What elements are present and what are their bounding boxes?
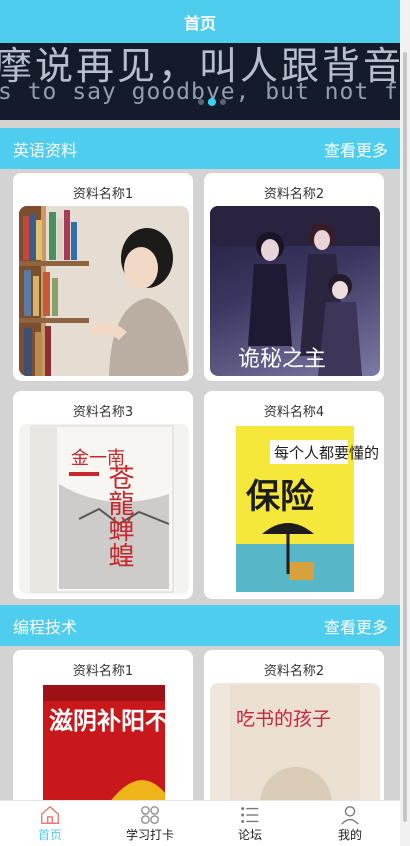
material-name: 资料名称2 [263, 664, 325, 679]
material-cover-image: 每个人都要懂的 保险 [210, 424, 380, 594]
material-card[interactable]: 资料名称4 每个人都要懂的 保险 [204, 391, 384, 599]
nav-label: 论坛 [237, 828, 262, 842]
material-cover-image [19, 206, 189, 376]
list-icon [241, 807, 259, 823]
page-title-bar: 首页 [0, 0, 400, 43]
view-more-link[interactable]: 查看更多 [324, 137, 388, 161]
scrollbar-thumb[interactable] [403, 52, 407, 822]
nav-item-home[interactable]: 首页 [0, 801, 100, 846]
material-card[interactable]: 资料名称1 [13, 173, 193, 381]
carousel-dot-active[interactable] [208, 98, 216, 106]
carousel-dot[interactable] [198, 99, 204, 105]
material-cover-image: 金一南 苍龍蝉蝗 [19, 424, 189, 594]
material-name: 资料名称1 [72, 664, 134, 679]
nav-item-forum[interactable]: 论坛 [200, 801, 300, 846]
nav-label: 我的 [337, 828, 362, 842]
material-name: 资料名称4 [263, 405, 325, 420]
svg-text:每个人都要懂的: 每个人都要懂的 [274, 444, 379, 462]
cover-title-text: 苍龍蝉蝗 [104, 464, 134, 568]
home-icon [41, 805, 59, 824]
carousel-indicator [198, 98, 226, 106]
grid-icon [141, 806, 159, 824]
material-cover-image: 诡秘之主 [210, 206, 380, 376]
section-title: 编程技术 [13, 617, 78, 637]
carousel-dot[interactable] [220, 99, 226, 105]
material-name: 资料名称1 [72, 187, 134, 202]
user-icon [341, 806, 359, 825]
nav-item-study-checkin[interactable]: 学习打卡 [100, 801, 200, 846]
banner-carousel[interactable]: 摩说再见，叫人跟背音 s to say goodbye, but not for… [0, 43, 400, 120]
section-header-english: 英语资料 查看更多 [0, 128, 400, 169]
cover-title-text: 诡秘之主 [238, 347, 326, 372]
material-card[interactable]: 资料名称3 金一南 苍龍蝉蝗 [13, 391, 193, 599]
scrollbar[interactable] [400, 0, 410, 846]
nav-label: 首页 [37, 828, 62, 842]
cover-title-text: 吃书的孩子 [236, 708, 331, 730]
material-card[interactable]: 资料名称2 诡秘之主 [204, 173, 384, 381]
material-name: 资料名称3 [72, 405, 134, 420]
cover-title-text: 滋阴补阳不生病 [49, 706, 189, 735]
nav-label: 学习打卡 [125, 828, 174, 842]
view-more-link[interactable]: 查看更多 [324, 614, 388, 638]
svg-text:保险: 保险 [246, 477, 315, 517]
nav-item-profile[interactable]: 我的 [300, 801, 400, 846]
section-header-programming: 编程技术 查看更多 [0, 605, 400, 646]
bottom-navigation: 首页 学习打卡 论坛 我的 [0, 800, 400, 846]
material-name: 资料名称2 [263, 187, 325, 202]
section-title: 英语资料 [13, 140, 78, 160]
page-title: 首页 [183, 13, 216, 33]
